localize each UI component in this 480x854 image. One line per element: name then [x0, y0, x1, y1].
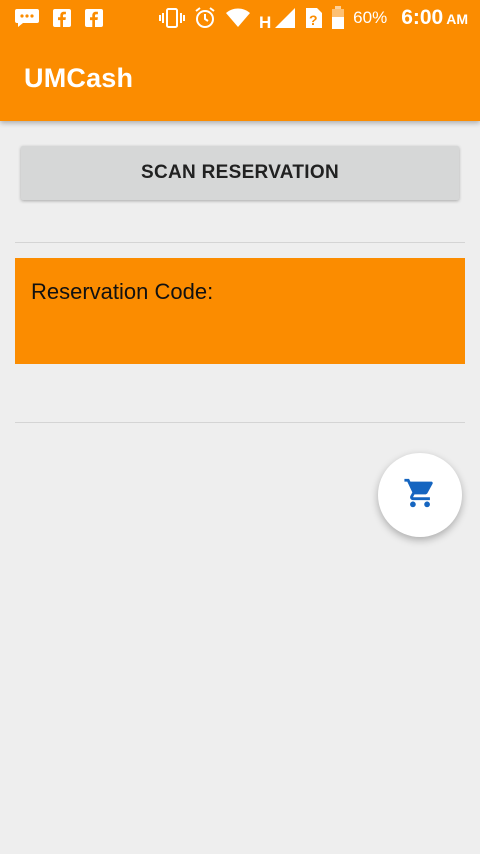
reservation-code-panel: Reservation Code:	[15, 258, 465, 364]
svg-text:?: ?	[309, 12, 318, 28]
message-icon	[14, 8, 40, 28]
cart-fab-button[interactable]	[378, 453, 462, 537]
battery-icon	[331, 6, 345, 30]
clock: 6:00 AM	[401, 6, 468, 30]
facebook-icon	[84, 8, 104, 28]
divider	[15, 422, 465, 423]
wifi-icon	[225, 7, 251, 29]
divider	[15, 242, 465, 243]
facebook-icon	[52, 8, 72, 28]
app-title: UMCash	[24, 63, 134, 93]
vibrate-icon	[159, 7, 186, 29]
app-bar: H ? 60% 6:00 AM UMCash	[0, 0, 480, 121]
svg-text:H: H	[259, 13, 271, 30]
reservation-code-label: Reservation Code:	[31, 279, 214, 304]
scan-reservation-button[interactable]: SCAN RESERVATION	[21, 146, 459, 200]
battery-percent: 60%	[353, 8, 388, 27]
time: 6:00	[401, 6, 444, 29]
sim-unknown-icon: ?	[305, 6, 323, 30]
shopping-cart-icon	[403, 476, 437, 515]
signal-h-icon: H	[259, 6, 297, 30]
alarm-icon	[193, 6, 217, 30]
time-ampm: AM	[446, 11, 468, 27]
status-bar: H ? 60% 6:00 AM	[0, 0, 480, 40]
